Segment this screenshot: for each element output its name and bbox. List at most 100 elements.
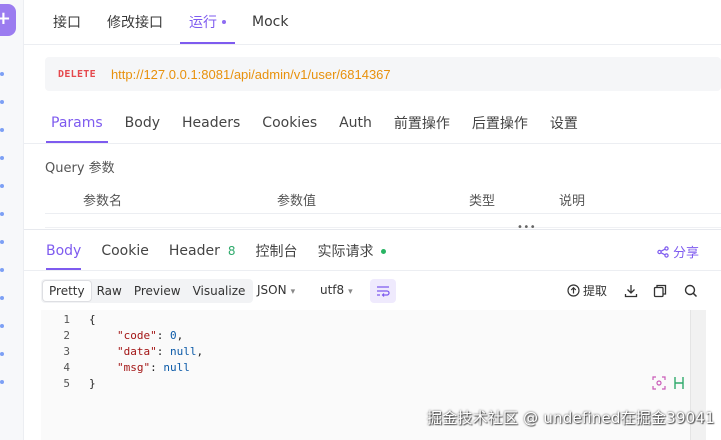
watermark: 掘金技术社区 @ undefined在掘金39041	[427, 409, 715, 427]
unsaved-dot-icon	[222, 20, 226, 24]
tab-label: 后置操作	[471, 116, 528, 132]
tab-params[interactable]: Params	[40, 103, 114, 143]
strip-dot	[0, 100, 4, 104]
params-table-row[interactable]	[45, 214, 721, 228]
tab-label: 接口	[53, 15, 81, 31]
tab-label: 控制台	[255, 244, 298, 260]
request-tab-bar: Params Body Headers Cookies Auth 前置操作 后置…	[40, 103, 589, 143]
column-header-description: 说明	[559, 194, 586, 209]
download-icon[interactable]	[623, 283, 639, 299]
strip-dot	[0, 212, 4, 216]
divider	[24, 44, 721, 45]
line-number: 2	[63, 329, 70, 342]
status-dot-icon	[380, 248, 386, 254]
tab-label: Mock	[252, 14, 289, 30]
tab-mock[interactable]: Mock	[239, 0, 301, 44]
header-count-badge: 8	[227, 244, 236, 258]
extract-label: 提取	[583, 284, 608, 298]
format-select-value: JSON	[257, 283, 287, 297]
share-icon	[657, 245, 669, 258]
share-button[interactable]: 分享	[657, 242, 699, 261]
strip-dot	[0, 268, 4, 272]
strip-dot	[0, 156, 4, 160]
tab-interface[interactable]: 接口	[40, 0, 94, 44]
word-wrap-button[interactable]	[370, 279, 396, 303]
tab-label: 修改接口	[107, 15, 163, 31]
tab-auth[interactable]: Auth	[328, 103, 383, 143]
tab-response-header[interactable]: Header 8	[159, 232, 246, 270]
strip-dot	[0, 380, 4, 384]
json-key: "code"	[117, 329, 157, 342]
tab-console[interactable]: 控制台	[246, 232, 308, 270]
tab-post-request[interactable]: 后置操作	[461, 103, 539, 143]
json-punctuation: ,	[176, 329, 184, 342]
strip-dot	[0, 324, 4, 328]
tab-actual-request[interactable]: 实际请求	[308, 232, 396, 270]
line-number: 3	[63, 345, 70, 358]
left-sidebar-strip: +	[0, 0, 24, 440]
code-line: 4 "msg": null	[41, 360, 190, 376]
format-select[interactable]: JSON ▾	[257, 283, 295, 297]
json-key: "msg"	[117, 361, 151, 374]
line-number: 1	[63, 313, 70, 326]
code-entry: "code": 0,	[117, 329, 184, 342]
tab-cookies[interactable]: Cookies	[251, 103, 328, 143]
request-url[interactable]: http://127.0.0.1:8081/api/admin/v1/user/…	[111, 67, 391, 82]
format-toggle-group: Pretty Raw Preview Visualize	[41, 279, 254, 303]
column-header-type: 类型	[469, 194, 496, 209]
json-value: 0	[170, 329, 177, 342]
copy-icon[interactable]	[652, 283, 668, 299]
json-punctuation: ,	[196, 345, 204, 358]
format-visualize-button[interactable]: Visualize	[187, 281, 252, 301]
json-value: null	[163, 361, 190, 374]
extract-icon	[567, 284, 580, 297]
tab-label: Params	[51, 115, 103, 131]
code-entry: "data": null,	[117, 345, 204, 358]
response-tab-bar: Body Cookie Header 8 控制台 实际请求	[36, 232, 396, 270]
query-params-title: Query 参数	[45, 161, 115, 176]
params-table-header: 参数名 参数值 类型 说明	[45, 184, 721, 214]
strip-dot	[0, 72, 4, 76]
format-preview-button[interactable]: Preview	[128, 281, 187, 301]
search-icon[interactable]	[683, 283, 699, 299]
code-line: 5}	[41, 376, 95, 392]
column-header-value: 参数值	[277, 194, 317, 209]
extract-button[interactable]: 提取	[567, 282, 607, 299]
scan-icon[interactable]	[652, 376, 666, 390]
format-pretty-button[interactable]: Pretty	[43, 281, 91, 301]
tab-response-cookie[interactable]: Cookie	[91, 232, 159, 270]
tab-headers[interactable]: Headers	[171, 103, 251, 143]
encoding-select[interactable]: utf8 ▾	[320, 283, 353, 297]
wrap-icon	[377, 286, 390, 297]
tab-label: 设置	[549, 116, 578, 132]
tab-label: Body	[46, 243, 82, 259]
strip-dot	[0, 296, 4, 300]
tab-response-body[interactable]: Body	[36, 232, 91, 270]
line-number: 4	[63, 361, 70, 374]
strip-dot	[0, 128, 4, 132]
divider	[24, 143, 721, 144]
request-url-bar[interactable]: DELETE http://127.0.0.1:8081/api/admin/v…	[45, 57, 721, 91]
tab-body[interactable]: Body	[114, 103, 171, 143]
split-icon[interactable]	[672, 376, 686, 390]
add-icon[interactable]: +	[0, 4, 16, 36]
tab-pre-request[interactable]: 前置操作	[383, 103, 461, 143]
chevron-down-icon: ▾	[290, 287, 296, 297]
json-key: "data"	[117, 345, 157, 358]
code-lines: 1{ 2 "code": 0, 3 "data": null, 4 "msg": nu…	[41, 312, 203, 392]
tab-label: Body	[124, 115, 161, 131]
http-method-badge[interactable]: DELETE	[58, 69, 96, 80]
tab-run[interactable]: 运行	[176, 0, 239, 44]
code-line: 2 "code": 0,	[41, 328, 183, 344]
tab-edit-interface[interactable]: 修改接口	[94, 0, 176, 44]
share-label: 分享	[672, 246, 699, 261]
tab-label: Header	[168, 243, 220, 259]
drag-handle-icon[interactable]: •••	[517, 223, 536, 233]
encoding-select-value: utf8	[320, 283, 345, 297]
editor-float-tools	[652, 376, 686, 390]
chevron-down-icon: ▾	[348, 287, 353, 297]
line-number: 5	[63, 377, 70, 390]
tab-settings[interactable]: 设置	[539, 103, 589, 143]
code-entry: "msg": null	[117, 361, 190, 374]
format-raw-button[interactable]: Raw	[91, 281, 128, 301]
